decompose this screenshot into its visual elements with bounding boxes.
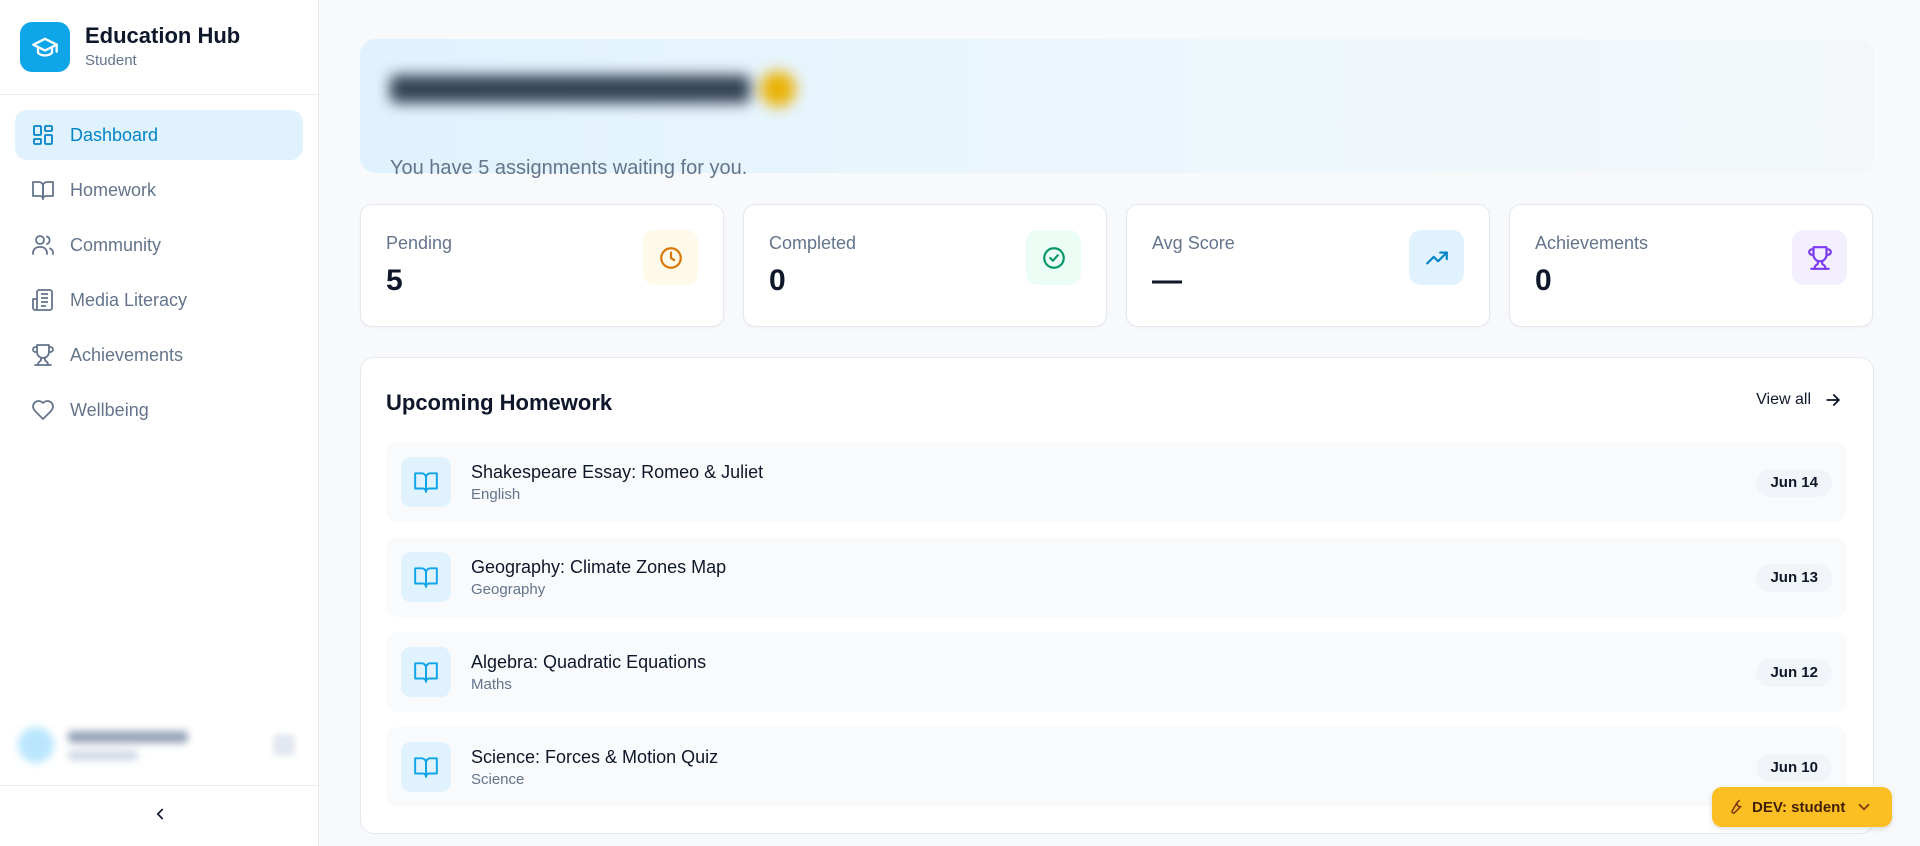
homework-item[interactable]: Geography: Climate Zones Map Geography J… [386,537,1847,617]
homework-title: Algebra: Quadratic Equations [471,652,707,672]
sidebar-item-label: Dashboard [70,124,159,145]
trending-up-icon [1409,230,1464,285]
welcome-subtitle: You have 5 assignments waiting for you. [390,157,748,179]
homework-subject: Geography [471,581,546,598]
trophy-icon [30,342,56,368]
upcoming-homework-panel: Upcoming Homework View all Shakespeare E… [360,357,1874,834]
sidebar-nav: Dashboard Homework Community Media Liter… [0,95,318,435]
sidebar-item-label: Achievements [70,344,184,365]
stat-card-achievements: Achievements 0 [1509,204,1873,327]
book-icon [401,552,451,602]
homework-title: Geography: Climate Zones Map [471,557,727,577]
sidebar-item-media-literacy[interactable]: Media Literacy [15,275,303,325]
avatar [18,727,54,763]
chevron-down-icon [1859,803,1870,811]
stat-card-pending: Pending 5 [360,204,724,327]
welcome-banner: You have 5 assignments waiting for you. [360,39,1874,179]
clock-icon [643,230,698,285]
homework-title: Shakespeare Essay: Romeo & Juliet [471,462,764,482]
due-date-badge: Jun 14 [1756,469,1832,497]
due-date-badge: Jun 10 [1756,754,1832,782]
sidebar-item-wellbeing[interactable]: Wellbeing [15,385,303,435]
dev-role-label: DEV: student [1752,798,1846,816]
stat-value: 5 [386,264,403,297]
stat-card-avg-score: Avg Score — [1126,204,1490,327]
brand-subtitle: Student [85,52,137,69]
homework-subject: Science [471,771,525,788]
dev-role-switcher[interactable]: DEV: student [1712,787,1892,827]
users-icon [30,232,56,258]
stat-value: 0 [769,264,786,297]
check-circle-icon [1026,230,1081,285]
homework-item[interactable]: Shakespeare Essay: Romeo & Juliet Englis… [386,442,1847,522]
sidebar-item-homework[interactable]: Homework [15,165,303,215]
stat-label: Achievements [1535,233,1649,253]
view-all-link[interactable]: View all [1756,390,1843,410]
stat-card-completed: Completed 0 [743,204,1107,327]
sidebar-item-dashboard[interactable]: Dashboard [15,110,303,160]
heart-icon [30,397,56,423]
sidebar-item-achievements[interactable]: Achievements [15,330,303,380]
homework-item[interactable]: Science: Forces & Motion Quiz Science Ju… [386,727,1847,807]
due-date-badge: Jun 13 [1756,564,1832,592]
brand-title: Education Hub [85,23,241,48]
book-icon [401,742,451,792]
sidebar-item-label: Community [70,234,162,255]
book-icon [401,457,451,507]
graduation-cap-icon [20,22,70,72]
arrow-right-icon [1826,394,1840,406]
trophy-icon [1792,230,1847,285]
book-icon [401,647,451,697]
sidebar-item-label: Homework [70,179,157,200]
greeting [390,71,796,108]
chevron-left-icon [151,805,169,828]
user-menu-button[interactable] [273,734,295,756]
sidebar: Education Hub Student Dashboard Homework… [0,0,319,846]
dashboard-icon [30,122,56,148]
stat-label: Pending [386,233,453,253]
sidebar-item-community[interactable]: Community [15,220,303,270]
homework-title: Science: Forces & Motion Quiz [471,747,719,767]
sidebar-item-label: Media Literacy [70,289,188,310]
homework-subject: English [471,486,521,503]
stat-label: Avg Score [1152,233,1235,253]
stat-label: Completed [769,233,857,253]
due-date-badge: Jun 12 [1756,659,1832,687]
user-profile[interactable] [0,705,319,785]
homework-subject: Maths [471,676,512,693]
panel-title: Upcoming Homework [386,390,613,415]
book-icon [30,177,56,203]
stat-value: 0 [1535,264,1552,297]
stat-value: — [1152,264,1182,297]
brand: Education Hub Student [0,0,318,95]
collapse-sidebar-button[interactable] [0,785,319,846]
newspaper-icon [30,287,56,313]
homework-item[interactable]: Algebra: Quadratic Equations Maths Jun 1… [386,632,1847,712]
main-content: You have 5 assignments waiting for you. … [320,0,1920,846]
wrench-icon [1731,799,1742,814]
sidebar-item-label: Wellbeing [70,399,149,420]
